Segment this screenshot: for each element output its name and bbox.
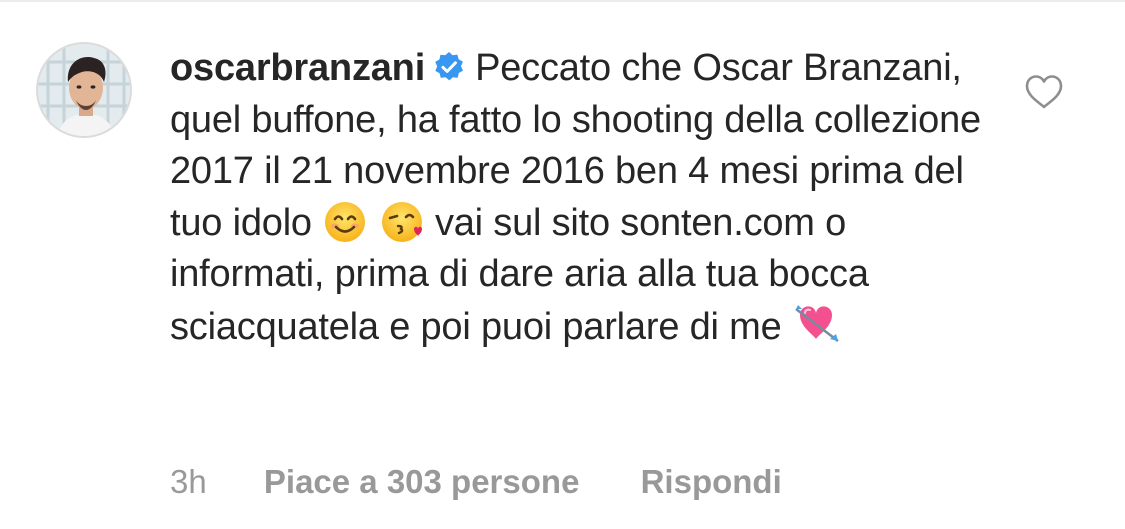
comment-meta-row: 3h Piace a 303 persone Rispondi <box>170 463 782 501</box>
comment: oscarbranzani Peccato che Oscar Branzani,… <box>0 0 1125 529</box>
smiling-face-emoji <box>324 201 366 243</box>
comment-body: oscarbranzani Peccato che Oscar Branzani,… <box>170 43 1010 353</box>
kissing-face-emoji <box>381 201 423 243</box>
heart-outline-icon <box>1025 75 1063 109</box>
comment-username[interactable]: oscarbranzani <box>170 47 425 89</box>
comment-likes-count[interactable]: Piace a 303 persone <box>264 463 580 500</box>
avatar[interactable] <box>36 42 132 138</box>
heart-with-arrow-emoji <box>794 301 839 343</box>
like-comment-button[interactable] <box>1024 74 1064 110</box>
comment-timestamp: 3h <box>170 463 207 500</box>
reply-button[interactable]: Rispondi <box>641 463 782 500</box>
verified-badge-icon <box>433 46 465 81</box>
avatar-image <box>38 44 130 136</box>
